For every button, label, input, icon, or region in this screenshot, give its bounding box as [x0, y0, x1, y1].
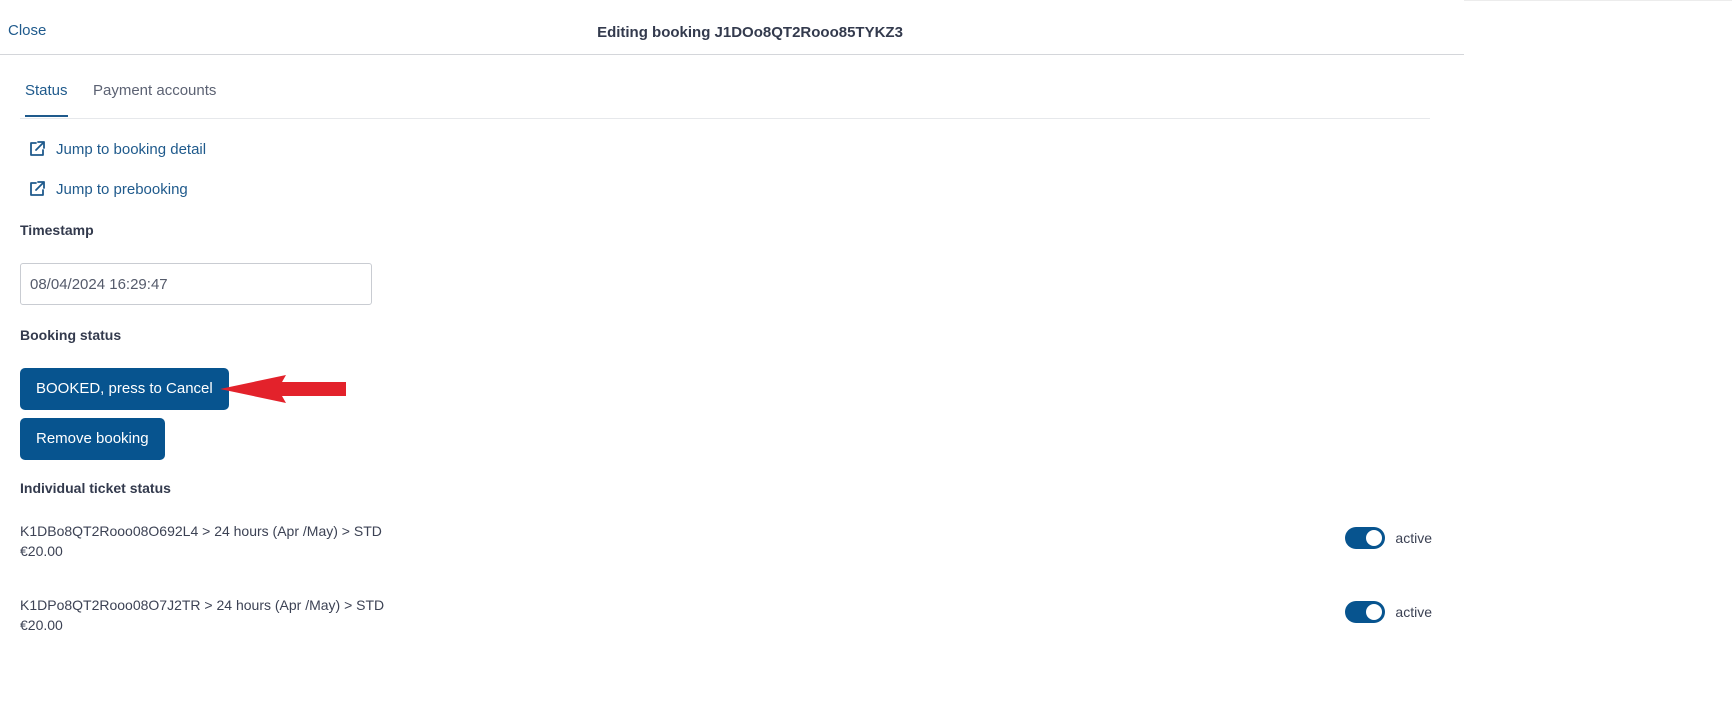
- timestamp-input[interactable]: [20, 263, 372, 305]
- red-arrow-icon: [220, 375, 346, 403]
- ticket-name: K1DPo8QT2Rooo08O7J2TR > 24 hours (Apr /M…: [20, 597, 385, 613]
- ticket-status-control: active: [1345, 527, 1432, 549]
- jump-to-prebooking-link[interactable]: Jump to prebooking: [28, 180, 188, 198]
- jump-to-booking-detail-link[interactable]: Jump to booking detail: [28, 140, 206, 158]
- tab-bar: Status Payment accounts: [20, 60, 1430, 119]
- cancel-booking-button[interactable]: BOOKED, press to Cancel: [20, 368, 229, 410]
- individual-ticket-status-label: Individual ticket status: [20, 480, 171, 496]
- header-bar: Close Editing booking J1DOo8QT2Rooo85TYK…: [0, 0, 1464, 55]
- ticket-price: €20.00: [20, 617, 63, 633]
- timestamp-label: Timestamp: [20, 222, 94, 238]
- booking-edit-page: Close Editing booking J1DOo8QT2Rooo85TYK…: [0, 0, 1732, 706]
- jump-to-booking-detail-label: Jump to booking detail: [56, 140, 207, 158]
- ticket-status-label: active: [1395, 530, 1432, 546]
- toggle-knob: [1366, 530, 1383, 546]
- remove-booking-button[interactable]: Remove booking: [20, 418, 165, 460]
- ticket-row: K1DPo8QT2Rooo08O7J2TR > 24 hours (Apr /M…: [20, 595, 1432, 635]
- ticket-name: K1DBo8QT2Rooo08O692L4 > 24 hours (Apr /M…: [20, 523, 382, 539]
- external-link-icon: [30, 181, 45, 196]
- ticket-active-toggle[interactable]: [1345, 601, 1386, 623]
- booking-status-label: Booking status: [20, 327, 122, 343]
- ticket-active-toggle[interactable]: [1345, 527, 1386, 549]
- toggle-knob: [1366, 604, 1383, 620]
- ticket-price: €20.00: [20, 543, 63, 559]
- tab-payment-accounts[interactable]: Payment accounts: [93, 82, 216, 99]
- tab-status[interactable]: Status: [25, 82, 68, 117]
- external-link-icon: [30, 141, 45, 156]
- ticket-row: K1DBo8QT2Rooo08O692L4 > 24 hours (Apr /M…: [20, 521, 1432, 561]
- jump-to-prebooking-label: Jump to prebooking: [56, 180, 188, 198]
- ticket-status-label: active: [1395, 604, 1432, 620]
- right-panel-edge: [1464, 0, 1732, 1]
- page-title: Editing booking J1DOo8QT2Rooo85TYKZ3: [597, 24, 903, 41]
- ticket-status-control: active: [1345, 601, 1432, 623]
